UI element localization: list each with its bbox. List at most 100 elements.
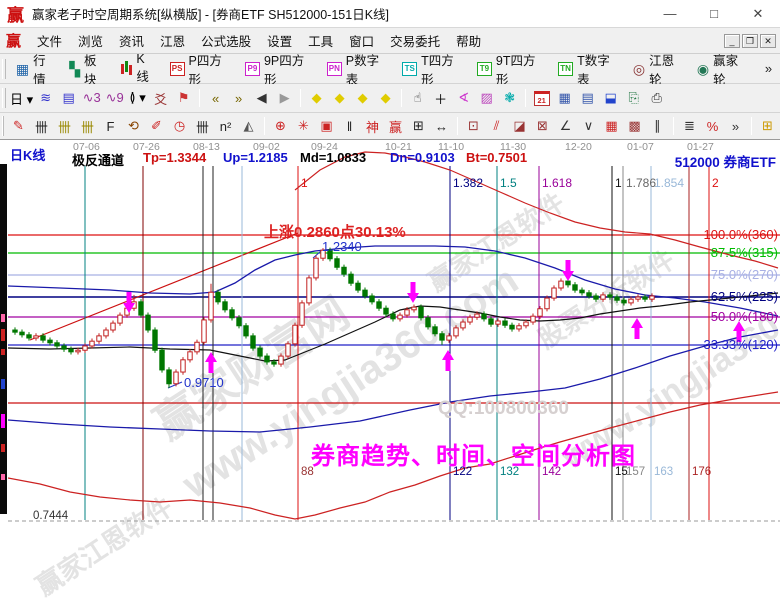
buy-signal-arrow — [442, 350, 454, 371]
chart-area[interactable]: 赢家江恩软件股票分析软件赢家财富网www.yingjia360.comwww.y… — [0, 140, 780, 525]
tools-toolbar: 日 ▾≋▤∿3∿9≬ ▾爻⚑«»◀▶◆◆◆◆☝＋∢▨❃21▦▤⬓⎘⎙ — [0, 84, 780, 113]
golden-comb-tool[interactable]: 卌 — [54, 116, 75, 137]
gann-fan-tool[interactable]: ⫽ — [486, 116, 507, 137]
width-measure-tool[interactable]: ↔ — [431, 116, 452, 137]
gann-box-tool[interactable]: ▣ — [316, 116, 337, 137]
crosshair-icon[interactable]: ＋ — [430, 88, 451, 109]
calendar-icon[interactable]: 21 — [531, 88, 552, 109]
pattern-tool-icon[interactable]: 爻 — [150, 88, 171, 109]
kline-button-label: K线 — [136, 52, 155, 85]
channel-param-label: Bt=0.7501 — [466, 150, 527, 165]
bottom-price-label: 0.7444 — [33, 510, 68, 522]
mirror-tool[interactable]: ◭ — [238, 116, 259, 137]
measure-marks-tool[interactable]: ‖ — [339, 116, 360, 137]
analysis-title: 券商趋势、时间、空间分析图 — [311, 436, 636, 471]
mdi-minimize-button[interactable]: _ — [724, 34, 740, 48]
channel-param-label: 极反通道 — [72, 150, 124, 169]
toolbar-separator — [751, 117, 752, 135]
print-icon[interactable]: ⎙ — [646, 88, 667, 109]
parallel-lines-tool[interactable]: ∥ — [647, 116, 668, 137]
time-ratio-label: 1.786 — [626, 176, 656, 190]
export-icon[interactable]: ⎘ — [623, 88, 644, 109]
gann-wheel-button-icon: ◎ — [633, 62, 645, 76]
window-title: 赢家老子时空周期系统[纵横版] - [券商ETF SH512000-151日K线… — [32, 4, 389, 23]
wave-3-icon[interactable]: ∿3 — [81, 88, 102, 109]
channel-param-label: Tp=1.3344 — [143, 150, 206, 165]
day-count-label: 176 — [692, 466, 711, 478]
winner-wheel-button-icon: ◉ — [697, 62, 709, 76]
last-bar-button[interactable]: » — [228, 88, 249, 109]
numbered-ruler-tool[interactable]: ⊞ — [408, 116, 429, 137]
period-selector[interactable]: 日 ▾ — [10, 88, 33, 109]
toolbar-separator — [401, 89, 402, 107]
draw-overflow[interactable]: » — [725, 116, 746, 137]
red-grid-tool[interactable]: ▦ — [601, 116, 622, 137]
time-comb-tool[interactable]: 卌 — [192, 116, 213, 137]
mdi-close-button[interactable]: ✕ — [760, 34, 776, 48]
yellow-grid-tool[interactable]: ⊞ — [757, 116, 778, 137]
time-ratio-label: 1 — [615, 176, 622, 190]
drag-hand-icon[interactable]: ☝ — [407, 88, 428, 109]
quotes-button-label: 行情 — [33, 50, 55, 88]
expand-diamond[interactable]: ◆ — [352, 88, 373, 109]
price-scale-tool[interactable]: ≣ — [679, 116, 700, 137]
box-select-tool[interactable]: ⊡ — [463, 116, 484, 137]
pencil-tool[interactable]: ✐ — [146, 116, 167, 137]
pattern-view-icon[interactable]: ≋ — [35, 88, 56, 109]
comb-grid-tool[interactable]: 卌 — [31, 116, 52, 137]
angle-measure-icon[interactable]: ∢ — [453, 88, 474, 109]
jump-right-diamond[interactable]: ◆ — [329, 88, 350, 109]
ying-tool[interactable]: 赢 — [385, 116, 406, 137]
toolbar-separator — [300, 89, 301, 107]
fibo-f-tool[interactable]: F — [100, 116, 121, 137]
percent-tool[interactable]: % — [702, 116, 723, 137]
time-ratio-label: 1 — [301, 176, 308, 190]
next-bar-button[interactable]: ▶ — [274, 88, 295, 109]
wave-9-icon[interactable]: ∿9 — [104, 88, 125, 109]
9p-square-button-label: 9P四方形 — [264, 50, 313, 88]
kline-button-icon — [120, 61, 132, 76]
candle-style-selector[interactable]: ≬ ▾ — [127, 88, 148, 109]
prev-bar-button[interactable]: ◀ — [251, 88, 272, 109]
smart-analysis-icon[interactable]: ❃ — [499, 88, 520, 109]
n-square-tool[interactable]: n² — [215, 116, 236, 137]
zigzag-tool[interactable]: ∨ — [578, 116, 599, 137]
time-clock-tool[interactable]: ◷ — [169, 116, 190, 137]
gann-star-tool[interactable]: ✳ — [293, 116, 314, 137]
trellis-tool[interactable]: ▩ — [624, 116, 645, 137]
info-panel-icon[interactable]: ▤ — [58, 88, 79, 109]
time-ratio-label: 2 — [712, 176, 719, 190]
flag-tool-icon[interactable]: ⚑ — [173, 88, 194, 109]
brush-tool[interactable]: ✎ — [8, 116, 29, 137]
gann-level-label: 50.0%(180) — [711, 309, 778, 324]
mdi-restore-button[interactable]: ❐ — [742, 34, 758, 48]
quotes-button-icon: ▦ — [16, 62, 29, 76]
gann-level-label: 62.5%(225) — [711, 289, 778, 304]
main-toolbar: ▦行情▚板块K线PSP四方形P99P四方形PNP数字表TST四方形T99T四方形… — [0, 54, 780, 84]
gann-target-tool[interactable]: ⊕ — [270, 116, 291, 137]
save-icon[interactable]: ⬓ — [600, 88, 621, 109]
region-select-icon[interactable]: ▨ — [476, 88, 497, 109]
toolbar-separator — [525, 89, 526, 107]
fan-box-tool[interactable]: ◪ — [509, 116, 530, 137]
jump-left-diamond[interactable]: ◆ — [306, 88, 327, 109]
toolbar-overflow[interactable]: » — [758, 58, 779, 79]
maximize-button[interactable]: □ — [692, 1, 736, 27]
first-bar-button[interactable]: « — [205, 88, 226, 109]
shen-tool[interactable]: 神 — [362, 116, 383, 137]
kline-button[interactable]: K线 — [113, 50, 162, 87]
spiral-tool[interactable]: ⟲ — [123, 116, 144, 137]
minimize-button[interactable]: — — [648, 1, 692, 27]
notes-icon[interactable]: ▤ — [577, 88, 598, 109]
buy-signal-arrow — [205, 352, 217, 373]
shrink-diamond[interactable]: ◆ — [375, 88, 396, 109]
golden-comb2-tool[interactable]: 卌 — [77, 116, 98, 137]
sectors-button-icon: ▚ — [69, 62, 80, 76]
sell-signal-arrow — [562, 260, 574, 281]
toolbar-separator — [457, 117, 458, 135]
app-logo-icon: 赢 — [7, 1, 24, 26]
fan-box2-tool[interactable]: ⊠ — [532, 116, 553, 137]
close-button[interactable]: ✕ — [736, 1, 780, 27]
angle-line-tool[interactable]: ∠ — [555, 116, 576, 137]
calculator-icon[interactable]: ▦ — [554, 88, 575, 109]
